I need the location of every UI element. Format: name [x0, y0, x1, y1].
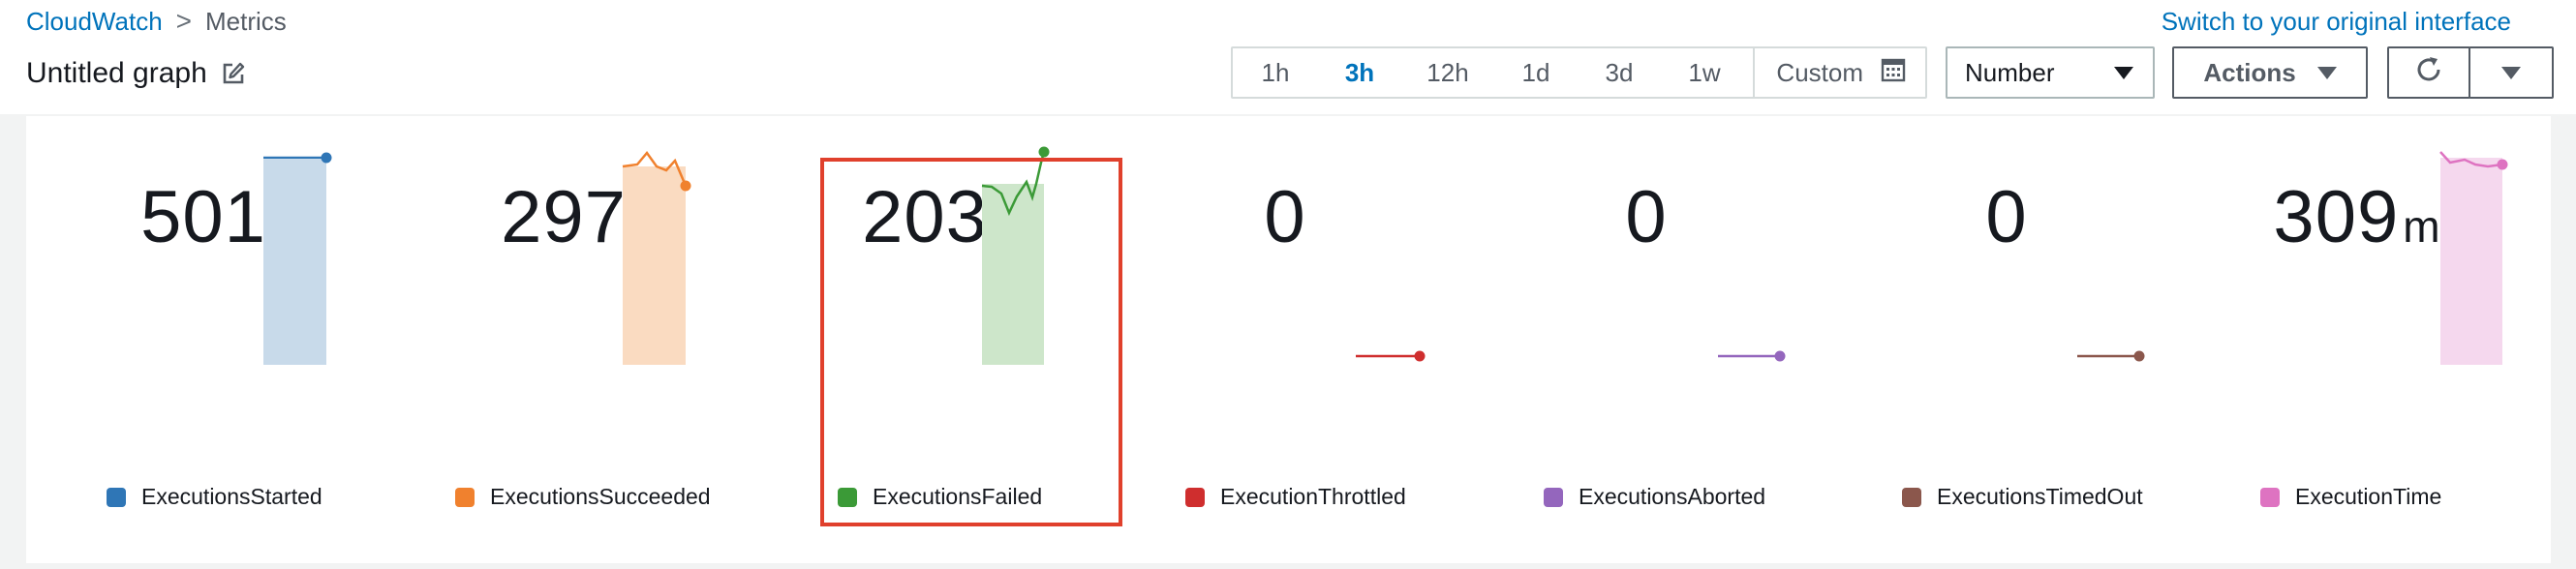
metrics-panel: 501 ExecutionsStarted 297 ExecutionsSucceed…	[26, 116, 2551, 563]
sparkline-latest-point	[1414, 350, 1426, 362]
legend-swatch	[1185, 487, 1205, 507]
legend-swatch	[1544, 487, 1563, 507]
actions-button-label: Actions	[2203, 57, 2296, 87]
sparkline-area	[2440, 158, 2502, 365]
legend-swatch	[2260, 487, 2280, 507]
page-header: CloudWatch > Metrics Switch to your orig…	[0, 0, 2576, 114]
refresh-icon	[2413, 54, 2444, 92]
metric-tile-executiontime: 309ms ExecutionTime	[2188, 116, 2548, 532]
sparkline-latest-point	[680, 180, 691, 192]
metric-tile-executionsaborted: 0 ExecutionsAborted	[1467, 116, 1827, 532]
time-range-1h[interactable]: 1h	[1233, 48, 1318, 97]
display-type-select[interactable]: Number	[1946, 46, 2155, 99]
graph-title: Untitled graph	[26, 57, 207, 89]
metric-tile-executionsfailed: 203 ExecutionsFailed	[747, 116, 1107, 532]
sparkline	[263, 152, 332, 365]
calendar-icon	[1881, 57, 1906, 89]
metric-legend: ExecutionsAborted	[1544, 484, 1765, 510]
legend-label: ExecutionThrottled	[1220, 484, 1406, 509]
legend-label: ExecutionsStarted	[141, 484, 322, 509]
breadcrumb-cloudwatch-link[interactable]: CloudWatch	[26, 7, 163, 37]
edit-icon[interactable]	[221, 61, 246, 86]
sparkline-area	[263, 160, 326, 365]
breadcrumb: CloudWatch > Metrics	[26, 4, 287, 39]
sparkline-latest-point	[1774, 350, 1786, 362]
time-range-custom-label: Custom	[1776, 57, 1863, 87]
metric-legend: ExecutionTime	[2260, 484, 2441, 510]
sparkline-latest-point	[1038, 146, 1050, 158]
metric-legend: ExecutionsFailed	[838, 484, 1042, 510]
time-range-1w[interactable]: 1w	[1661, 48, 1748, 97]
legend-label: ExecutionsAborted	[1579, 484, 1766, 509]
time-range-3d[interactable]: 3d	[1578, 48, 1661, 97]
sparkline	[2077, 350, 2145, 362]
sparkline-area	[623, 166, 686, 365]
sparkline-latest-point	[321, 152, 332, 164]
metric-legend: ExecutionThrottled	[1185, 484, 1406, 510]
breadcrumb-current: Metrics	[205, 6, 287, 36]
metric-tile-executionsstarted: 501 ExecutionsStarted	[26, 116, 386, 532]
chevron-down-icon	[2316, 66, 2337, 79]
legend-label: ExecutionsFailed	[873, 484, 1043, 509]
time-range-1d[interactable]: 1d	[1494, 48, 1578, 97]
sparkline	[2439, 151, 2508, 365]
actions-button[interactable]: Actions	[2172, 46, 2368, 99]
refresh-button[interactable]	[2387, 46, 2470, 99]
legend-swatch	[838, 487, 857, 507]
legend-swatch	[455, 487, 475, 507]
metric-tile-executionthrottled: 0 ExecutionThrottled	[1107, 116, 1467, 532]
sparkline-latest-point	[2497, 159, 2508, 170]
sparkline	[1718, 350, 1786, 362]
legend-label: ExecutionsSucceeded	[490, 484, 711, 509]
graph-title-row: Untitled graph	[26, 54, 246, 93]
metric-tile-executionstimedout: 0 ExecutionsTimedOut	[1827, 116, 2188, 532]
refresh-options-button[interactable]	[2469, 46, 2554, 99]
time-range-selector: 1h 3h 12h 1d 3d 1w Custom	[1231, 46, 1927, 99]
legend-swatch	[107, 487, 126, 507]
display-type-value: Number	[1965, 57, 2055, 87]
chevron-down-icon	[2501, 66, 2521, 79]
sparkline-area	[982, 184, 1044, 365]
sparkline-latest-point	[2133, 350, 2145, 362]
metric-legend: ExecutionsSucceeded	[455, 484, 711, 510]
legend-label: ExecutionTime	[2295, 484, 2442, 509]
metric-legend: ExecutionsStarted	[107, 484, 322, 510]
legend-swatch	[1902, 487, 1921, 507]
time-range-12h[interactable]: 12h	[1401, 48, 1494, 97]
metric-tile-executionssucceeded: 297 ExecutionsSucceeded	[386, 116, 747, 532]
sparkline	[622, 150, 691, 365]
time-range-custom[interactable]: Custom	[1753, 48, 1925, 97]
switch-interface-link[interactable]: Switch to your original interface	[2162, 4, 2511, 39]
chevron-down-icon	[2114, 66, 2133, 79]
metric-legend: ExecutionsTimedOut	[1902, 484, 2143, 510]
sparkline	[1356, 350, 1426, 362]
legend-label: ExecutionsTimedOut	[1937, 484, 2143, 509]
breadcrumb-separator: >	[175, 6, 193, 36]
sparkline	[981, 146, 1050, 365]
time-range-3h[interactable]: 3h	[1318, 48, 1401, 97]
